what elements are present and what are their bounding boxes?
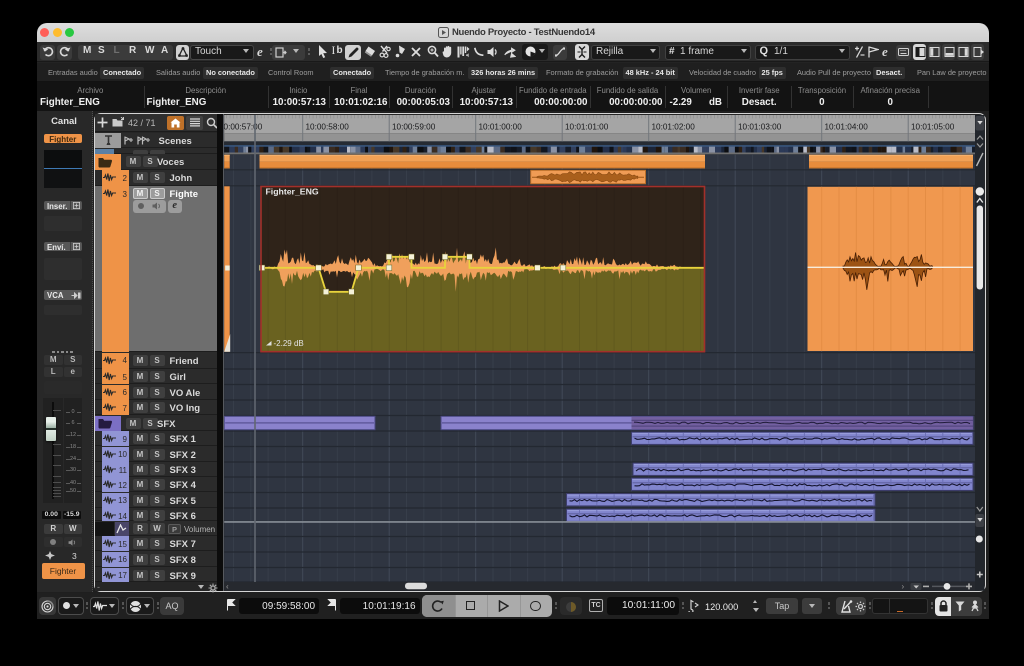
svg-text:10:01:00:00: 10:01:00:00: [479, 122, 523, 131]
svg-text:10:00:58:00: 10:00:58:00: [306, 122, 350, 131]
svg-text:10:00:59:00: 10:00:59:00: [392, 122, 436, 131]
svg-text:10:01:03:00: 10:01:03:00: [738, 122, 782, 131]
svg-text:Fighter_ENG: Fighter_ENG: [266, 187, 319, 197]
svg-text:›: ›: [902, 582, 905, 591]
svg-text:-2.29 dB: -2.29 dB: [274, 339, 304, 348]
svg-text:10:01:05:00: 10:01:05:00: [911, 122, 955, 131]
svg-text:‹: ‹: [226, 582, 229, 591]
svg-text:10:01:04:00: 10:01:04:00: [825, 122, 869, 131]
svg-text:10:01:01:00: 10:01:01:00: [565, 122, 609, 131]
svg-text:10:01:02:00: 10:01:02:00: [652, 122, 696, 131]
svg-text:10:00:57:00: 10:00:57:00: [223, 122, 263, 131]
